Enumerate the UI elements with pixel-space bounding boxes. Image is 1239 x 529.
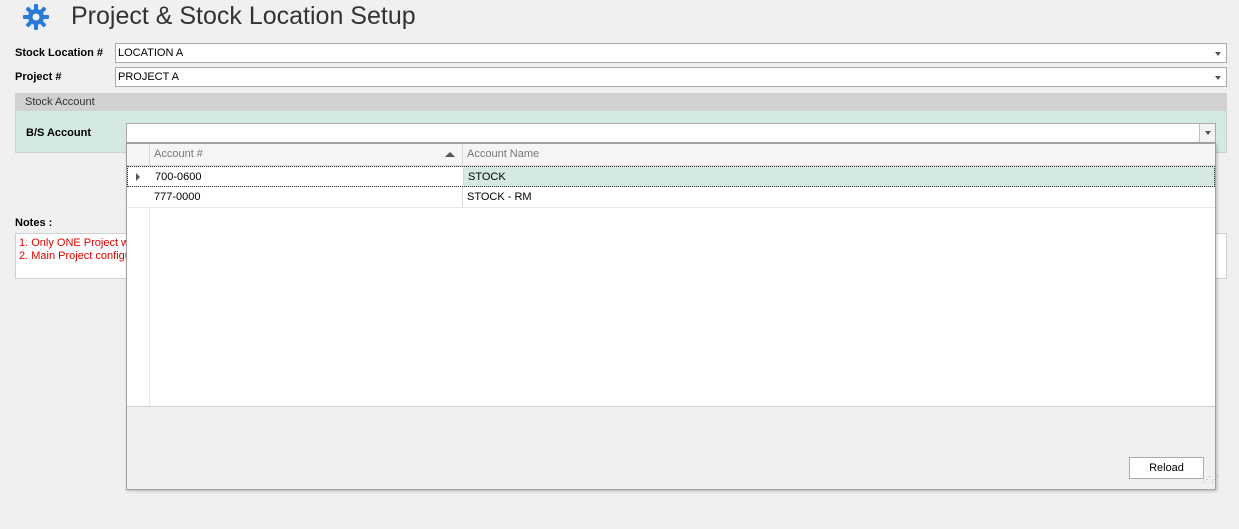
notes-label: Notes :	[15, 217, 53, 229]
chevron-down-icon[interactable]	[1215, 52, 1221, 56]
row-indicator	[128, 167, 151, 186]
stock-location-value: LOCATION A	[118, 47, 184, 59]
reload-button[interactable]: Reload	[1129, 457, 1204, 479]
cell-account[interactable]: 700-0600	[151, 167, 464, 186]
row-indicator	[127, 187, 150, 207]
project-combo[interactable]: PROJECT A	[115, 67, 1227, 87]
current-row-arrow-icon	[136, 173, 140, 181]
table-row[interactable]: 777-0000 STOCK - RM	[127, 187, 1215, 208]
bs-account-combo[interactable]	[126, 123, 1216, 143]
popup-footer: Reload ⋰⋰	[127, 406, 1219, 489]
sort-ascending-icon	[445, 152, 455, 157]
column-header-account-name[interactable]: Account Name	[463, 144, 1215, 165]
gear-icon	[20, 2, 52, 32]
account-lookup-popup: Account # Account Name 700-0600 STOCK 77…	[126, 143, 1219, 490]
project-label: Project #	[15, 71, 62, 83]
stock-account-group-header: Stock Account	[15, 93, 1227, 111]
chevron-down-icon	[1205, 131, 1211, 135]
cell-account[interactable]: 777-0000	[150, 187, 463, 207]
page-title: Project & Stock Location Setup	[71, 2, 416, 30]
bs-account-dropdown-button[interactable]	[1199, 124, 1215, 142]
indicator-column	[127, 208, 150, 406]
column-header-account[interactable]: Account #	[150, 144, 463, 165]
bs-account-label: B/S Account	[26, 127, 91, 139]
column-header-account-label: Account #	[154, 148, 203, 160]
table-row[interactable]: 700-0600 STOCK	[127, 166, 1215, 187]
stock-location-combo[interactable]: LOCATION A	[115, 43, 1227, 63]
column-header-account-name-label: Account Name	[467, 148, 540, 160]
cell-account-name[interactable]: STOCK - RM	[463, 187, 1215, 207]
stock-location-label: Stock Location #	[15, 47, 104, 59]
resize-grip-icon[interactable]: ⋰⋰	[1203, 476, 1219, 487]
row-indicator-header	[127, 144, 150, 165]
project-value: PROJECT A	[118, 71, 179, 83]
chevron-down-icon[interactable]	[1215, 76, 1221, 80]
grid-header: Account # Account Name	[127, 144, 1215, 166]
cell-account-name[interactable]: STOCK	[464, 167, 1214, 186]
